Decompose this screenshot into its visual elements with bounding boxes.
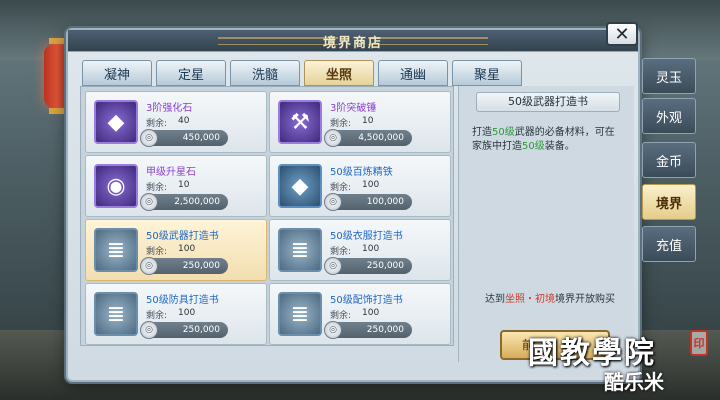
side-tab-jinbi[interactable]: 金币: [642, 142, 696, 178]
price-tag: ◎ 250,000: [140, 257, 228, 275]
item-name: 3阶突破锤: [330, 103, 377, 114]
item-card[interactable]: ≣ 50级衣服打造书 剩余: 100 ◎ 250,000: [269, 219, 451, 281]
unlock-realm: 坐照・初境: [505, 294, 555, 305]
item-name: 50级配饰打造书: [330, 295, 403, 306]
category-tabs: 凝神 定星 洗髓 坐照 通幽 聚星: [82, 60, 522, 86]
price-value: 4,500,000: [358, 133, 404, 143]
scroll-icon: ≣: [278, 228, 322, 272]
stock-label: 剩余:: [330, 119, 352, 129]
item-name: 50级武器打造书: [146, 231, 219, 242]
item-card[interactable]: ⚒ 3阶突破锤 剩余: 10 ◎ 4,500,000: [269, 91, 451, 153]
detail-title: 50级武器打造书: [476, 92, 620, 112]
stock-label: 剩余:: [146, 247, 168, 257]
coin-icon: ◎: [324, 321, 342, 339]
price-value: 100,000: [366, 197, 404, 207]
tab-juxing[interactable]: 聚星: [452, 60, 522, 86]
stock-label: 剩余:: [146, 119, 168, 129]
stock-value: 10: [362, 116, 374, 126]
side-tab-lingyu[interactable]: 灵玉: [642, 58, 696, 94]
stock-value: 100: [362, 180, 380, 190]
coin-icon: ◎: [140, 129, 158, 147]
stock-value: 40: [178, 116, 190, 126]
side-tab-jingjie[interactable]: 境界: [642, 184, 696, 220]
panel-title: 境界商店: [322, 36, 383, 51]
stock-label: 剩余:: [146, 183, 168, 193]
tab-dingxing[interactable]: 定星: [156, 60, 226, 86]
unlock-part: 达到: [485, 294, 505, 305]
item-name: 甲级升星石: [146, 167, 196, 178]
price-tag: ◎ 250,000: [324, 257, 412, 275]
item-card[interactable]: ◆ 50级百炼精铁 剩余: 100 ◎ 100,000: [269, 155, 451, 217]
coin-icon: ◎: [140, 257, 158, 275]
tab-tongyou[interactable]: 通幽: [378, 60, 448, 86]
coin-icon: ◎: [324, 129, 342, 147]
scroll-icon: ≣: [94, 228, 138, 272]
close-button[interactable]: ✕: [606, 22, 638, 46]
watermark-site: 酷乐米: [604, 370, 664, 394]
stock-value: 100: [362, 244, 380, 254]
price-tag: ◎ 2,500,000: [140, 193, 228, 211]
tab-ningshen[interactable]: 凝神: [82, 60, 152, 86]
price-value: 250,000: [366, 325, 404, 335]
price-value: 450,000: [182, 133, 220, 143]
scroll-icon: ≣: [278, 292, 322, 336]
item-card[interactable]: ◉ 甲级升星石 剩余: 10 ◎ 2,500,000: [85, 155, 267, 217]
item-name: 50级防具打造书: [146, 295, 219, 306]
price-value: 250,000: [366, 261, 404, 271]
unlock-part: 境界开放购买: [555, 294, 615, 305]
coin-icon: ◎: [140, 321, 158, 339]
item-card[interactable]: ≣ 50级配饰打造书 剩余: 100 ◎ 250,000: [269, 283, 451, 345]
desc-part: 装备。: [544, 141, 575, 152]
price-tag: ◎ 450,000: [140, 129, 228, 147]
item-grid: ◆ 3阶强化石 剩余: 40 ◎ 450,000 ⚒ 3阶突破锤 剩余: 10 ◎…: [80, 86, 454, 346]
price-value: 2,500,000: [174, 197, 220, 207]
price-tag: ◎ 4,500,000: [324, 129, 412, 147]
unlock-requirement: 达到坐照・初境境界开放购买: [470, 290, 630, 305]
item-name: 50级衣服打造书: [330, 231, 403, 242]
stock-value: 100: [178, 244, 196, 254]
tab-xisui[interactable]: 洗髓: [230, 60, 300, 86]
coin-icon: ◎: [324, 257, 342, 275]
desc-highlight: 50级: [492, 127, 515, 138]
desc-part: 打造: [472, 127, 492, 138]
stock-value: 10: [178, 180, 190, 190]
price-tag: ◎ 250,000: [324, 321, 412, 339]
stock-value: 100: [178, 308, 196, 318]
item-name: 3阶强化石: [146, 103, 193, 114]
item-card[interactable]: ◆ 3阶强化石 剩余: 40 ◎ 450,000: [85, 91, 267, 153]
enhance-stone-icon: ◆: [94, 100, 138, 144]
stock-label: 剩余:: [330, 311, 352, 321]
star-stone-icon: ◉: [94, 164, 138, 208]
price-tag: ◎ 250,000: [140, 321, 228, 339]
price-value: 250,000: [182, 325, 220, 335]
desc-highlight: 50级: [522, 141, 545, 152]
coin-icon: ◎: [324, 193, 342, 211]
close-icon: ✕: [614, 23, 630, 45]
hammer-icon: ⚒: [278, 100, 322, 144]
detail-description: 打造50级武器的必备材料，可在家族中打造50级装备。: [472, 126, 622, 154]
side-tab-waiguan[interactable]: 外观: [642, 98, 696, 134]
stock-label: 剩余:: [330, 247, 352, 257]
scroll-icon: ≣: [94, 292, 138, 336]
stock-label: 剩余:: [146, 311, 168, 321]
side-tab-chongzhi[interactable]: 充值: [642, 226, 696, 262]
stock-label: 剩余:: [330, 183, 352, 193]
title-bar: 境界商店: [68, 30, 638, 52]
price-tag: ◎ 100,000: [324, 193, 412, 211]
tab-zuozhao[interactable]: 坐照: [304, 60, 374, 86]
iron-ore-icon: ◆: [278, 164, 322, 208]
stock-value: 100: [362, 308, 380, 318]
item-card[interactable]: ≣ 50级防具打造书 剩余: 100 ◎ 250,000: [85, 283, 267, 345]
item-card-selected[interactable]: ≣ 50级武器打造书 剩余: 100 ◎ 250,000: [85, 219, 267, 281]
watermark-seal: 印: [690, 330, 708, 356]
coin-icon: ◎: [140, 193, 158, 211]
item-name: 50级百炼精铁: [330, 167, 393, 178]
price-value: 250,000: [182, 261, 220, 271]
